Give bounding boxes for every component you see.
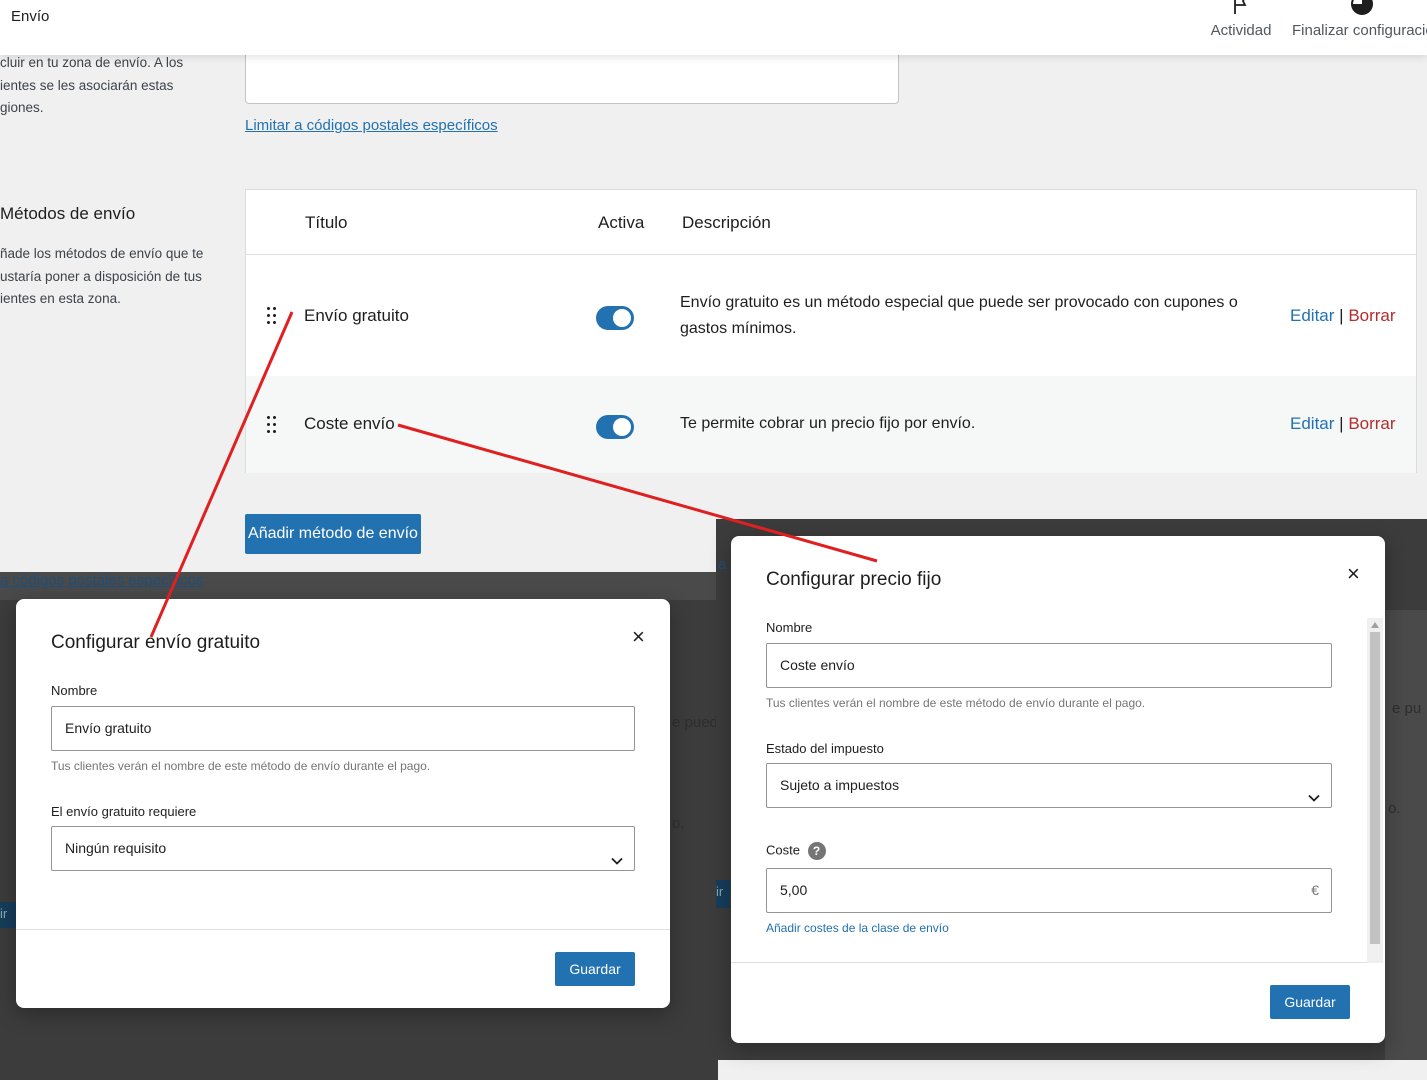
annotation-arrows: [149, 311, 878, 638]
activity-label: Actividad: [1210, 22, 1272, 39]
annotation-line-flat: [397, 423, 878, 563]
flag-icon: [1206, 0, 1276, 18]
finish-setup-label: Finalizar configuració: [1292, 22, 1427, 39]
annotation-line-free: [149, 311, 294, 638]
top-bar: Envío Actividad Finalizar configuració: [0, 0, 1427, 55]
progress-circle-icon: [1292, 0, 1427, 18]
activity-button[interactable]: Actividad: [1206, 0, 1276, 55]
finish-setup-button[interactable]: Finalizar configuració: [1292, 0, 1427, 55]
page-title: Envío: [11, 8, 50, 25]
